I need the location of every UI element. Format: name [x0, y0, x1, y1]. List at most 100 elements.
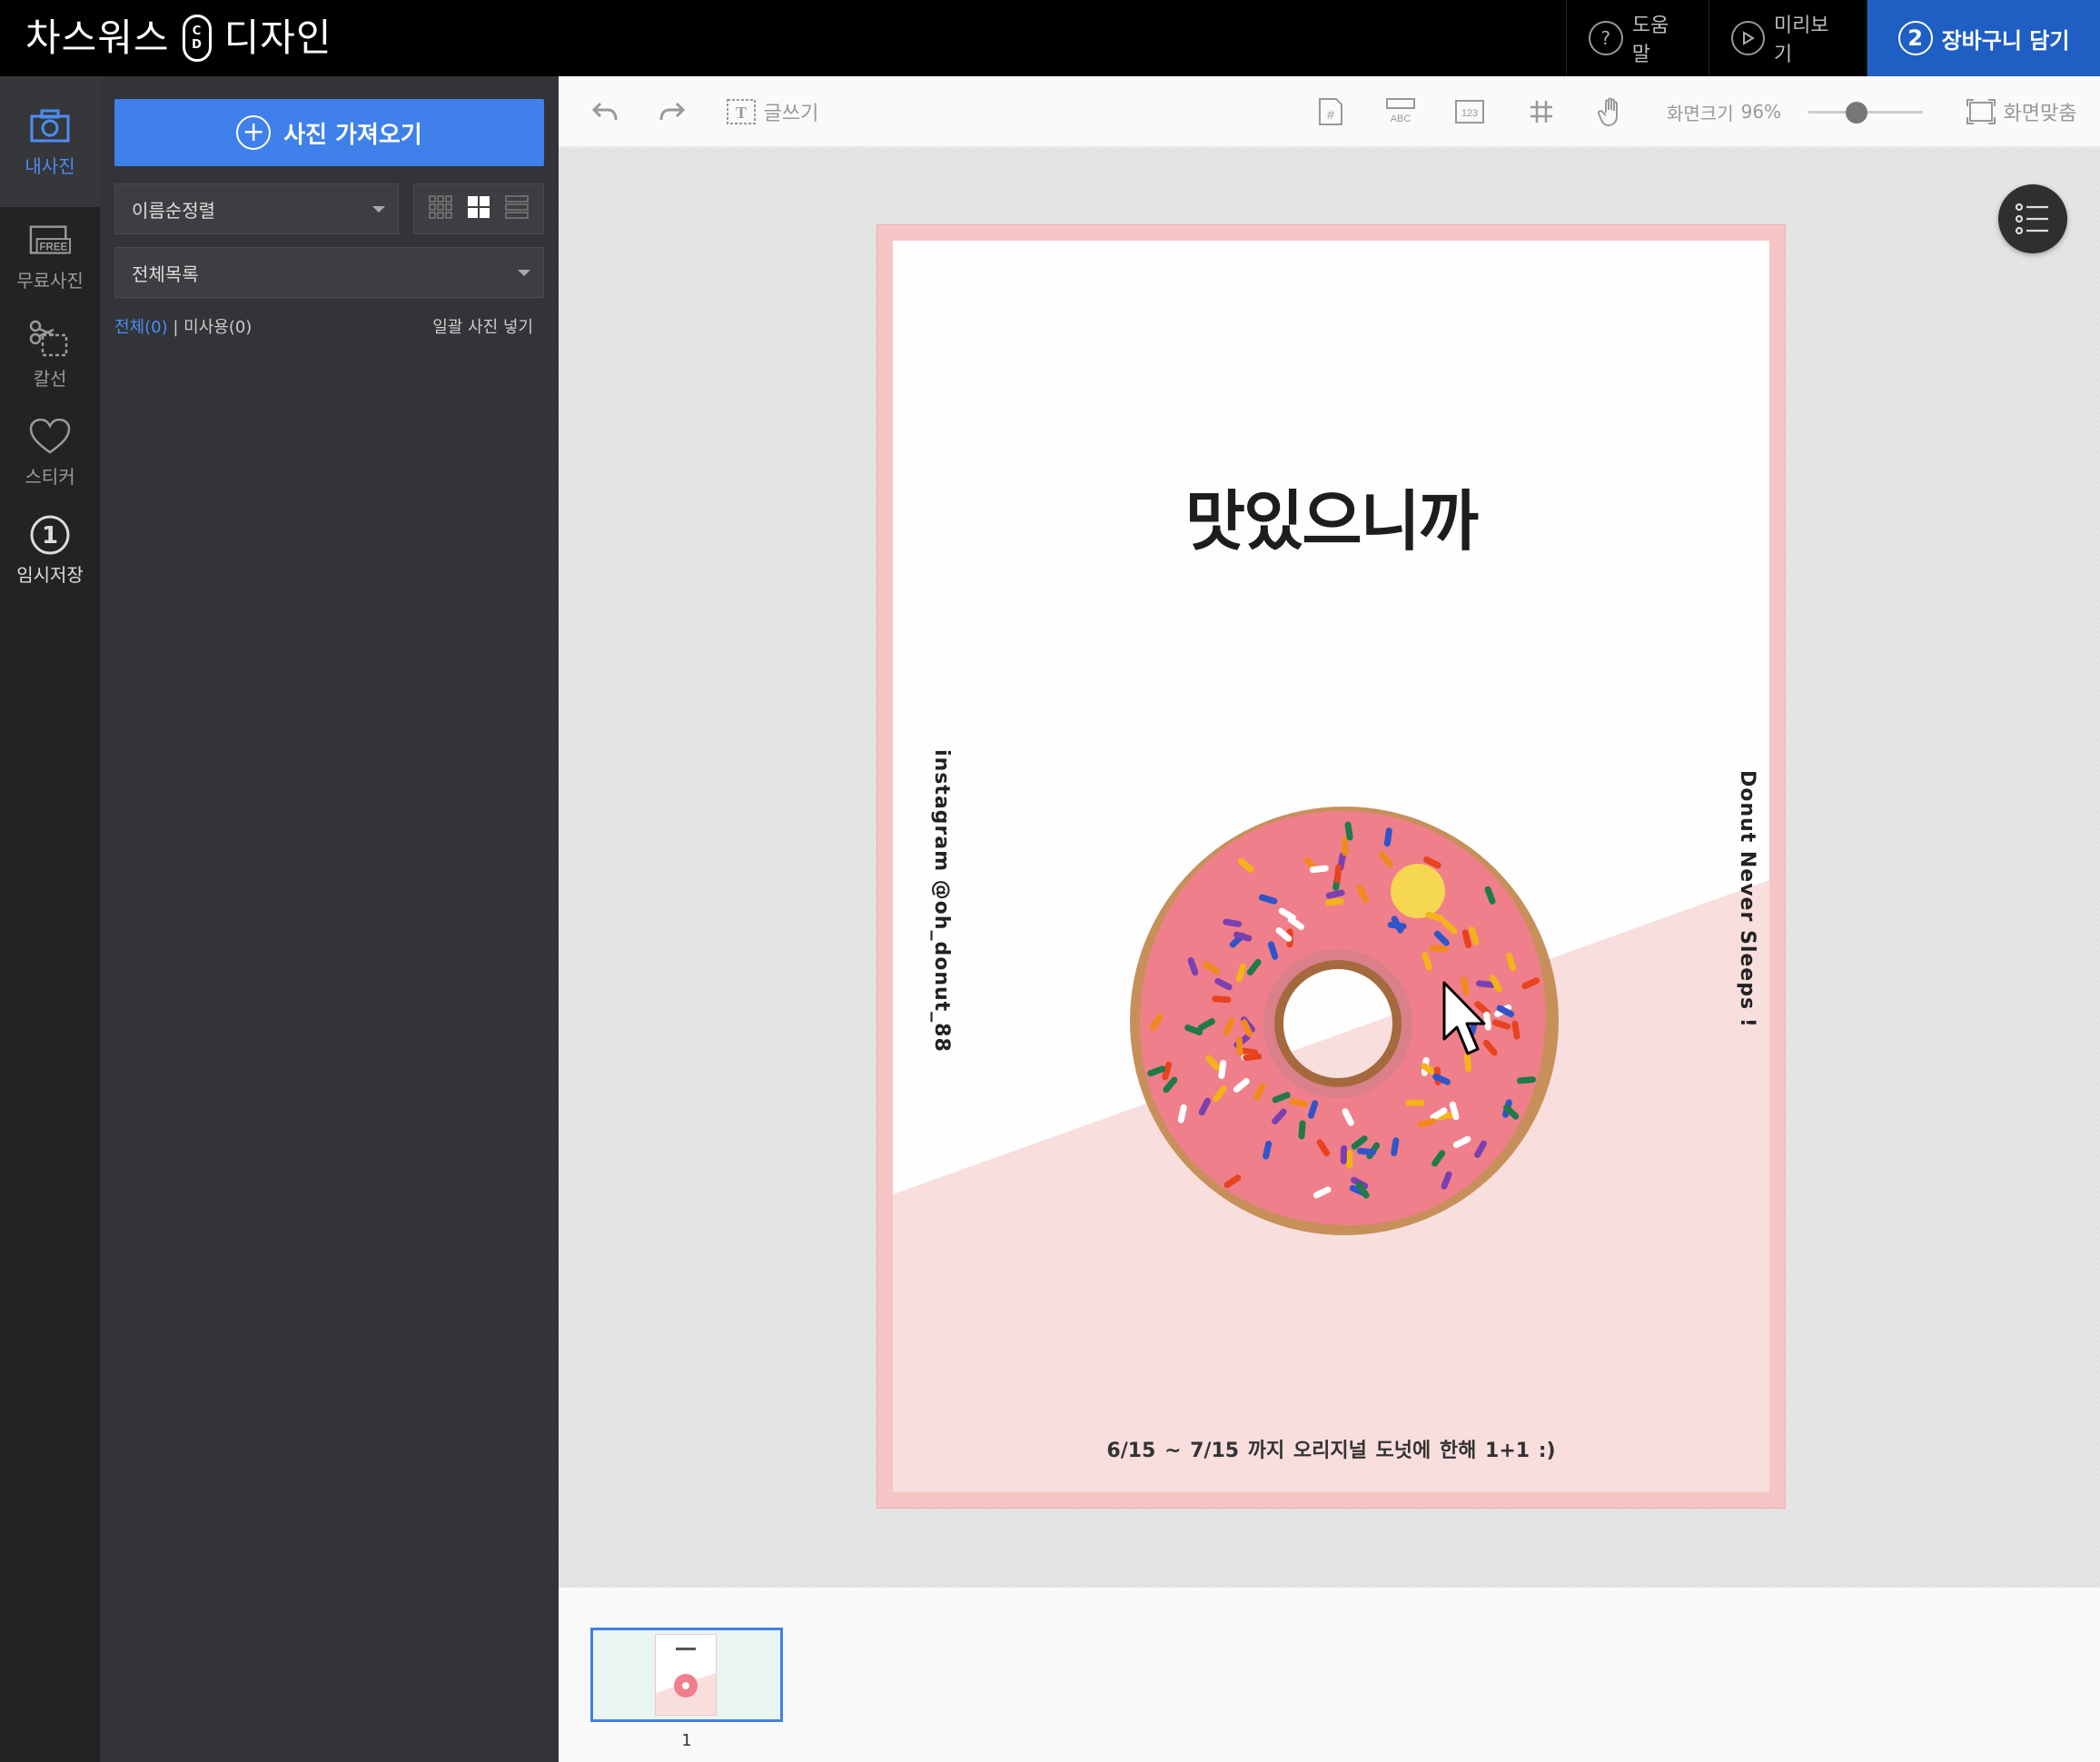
workspace: T 글쓰기 # ABC 123 화면크기 96% 화면맞춤 맛있으니까 inst…	[559, 76, 2100, 1762]
donut-sprinkle	[1263, 1140, 1273, 1160]
donut-sprinkle	[1391, 1137, 1400, 1157]
donut-sprinkle	[1177, 1104, 1187, 1124]
temp-save-icon: 1	[28, 515, 72, 555]
nav-temp-save[interactable]: 1 임시저장	[0, 501, 100, 599]
donut-image[interactable]	[1125, 802, 1563, 1240]
donut-sprinkle	[1239, 1047, 1259, 1056]
cd-logo-icon: C D	[182, 15, 212, 62]
donut-sprinkle	[1429, 945, 1449, 953]
design-canvas[interactable]: 맛있으니까 instagram @oh_donut_88 Donut Never…	[559, 148, 2100, 1587]
donut-sprinkle	[1298, 1120, 1306, 1140]
svg-text:#: #	[1327, 107, 1334, 122]
donut-sprinkle	[1506, 952, 1516, 972]
donut-sprinkle	[1162, 1061, 1173, 1081]
svg-text:ABC: ABC	[1391, 114, 1412, 124]
donut-sprinkle	[1147, 1065, 1166, 1077]
add-to-cart-button[interactable]: 2 장바구니 담기	[1867, 0, 2100, 76]
fit-screen-button[interactable]: 화면맞춤	[1957, 76, 2085, 147]
help-button[interactable]: ? 도움말	[1566, 0, 1709, 76]
nav-free-photos[interactable]: FREE 무료사진	[0, 207, 100, 305]
redo-button[interactable]	[648, 76, 697, 147]
chevron-down-icon	[372, 206, 385, 213]
preview-button[interactable]: 미리보기	[1709, 0, 1867, 76]
sort-select[interactable]: 이름순정렬	[114, 183, 399, 234]
fit-screen-icon	[1966, 99, 1996, 124]
donut-sprinkle	[1491, 1019, 1511, 1030]
view-mode-toggle	[413, 183, 544, 234]
hash-page-icon: #	[1319, 98, 1342, 125]
donut-sprinkle	[1223, 918, 1243, 927]
donut-sprinkle	[1268, 941, 1279, 960]
donut-sprinkle	[1243, 1053, 1263, 1061]
pan-button[interactable]	[1587, 76, 1636, 147]
thumbnail-preview	[655, 1634, 717, 1716]
instagram-handle-text[interactable]: instagram @oh_donut_88	[930, 749, 953, 1053]
donut-sprinkle	[1449, 1101, 1460, 1121]
nav-my-photos[interactable]: 내사진	[0, 76, 100, 207]
number-button[interactable]: 123	[1445, 76, 1494, 147]
nav-cutline[interactable]: 칼선	[0, 305, 100, 403]
donut-sprinkle	[1235, 963, 1246, 983]
donut-sprinkle	[1235, 1036, 1243, 1055]
undo-icon	[591, 102, 618, 121]
slogan-vertical-text[interactable]: Donut Never Sleeps !	[1736, 770, 1758, 1028]
grid-small-icon[interactable]	[429, 195, 452, 223]
donut-sprinkle	[1461, 929, 1472, 948]
page-filmstrip: 1	[559, 1587, 2100, 1762]
donut-sprinkle	[1307, 1100, 1319, 1119]
svg-text:T: T	[736, 104, 747, 122]
list-view-icon[interactable]	[505, 195, 529, 223]
donut-sprinkle	[1511, 1020, 1521, 1040]
donut-sprinkle	[1218, 1060, 1227, 1079]
donut-sprinkle	[1334, 864, 1342, 884]
grid-button[interactable]	[1517, 76, 1566, 147]
grid-icon	[1530, 101, 1552, 123]
editor-toolbar: T 글쓰기 # ABC 123 화면크기 96% 화면맞춤	[559, 76, 2100, 147]
photo-filter-row: 전체(0) | 미사용(0) 일괄 사진 넣기	[114, 314, 544, 338]
import-photos-button[interactable]: + 사진 가져오기	[114, 99, 544, 166]
donut-sprinkle	[1233, 931, 1253, 942]
text-style-button[interactable]: ABC	[1376, 76, 1425, 147]
poster-page[interactable]: 맛있으니까 instagram @oh_donut_88 Donut Never…	[877, 224, 1786, 1509]
donut-sprinkle	[1272, 1092, 1291, 1104]
donut-sprinkle	[1383, 827, 1392, 847]
donut-sprinkle	[1184, 1025, 1204, 1035]
donut-sprinkle	[1441, 1171, 1452, 1190]
svg-text:123: 123	[1461, 108, 1478, 119]
add-text-button[interactable]: T 글쓰기	[722, 76, 822, 147]
abc-icon: ABC	[1386, 98, 1415, 124]
scissors-icon	[28, 319, 72, 359]
text-box-icon: T	[726, 99, 756, 124]
filter-unused-link[interactable]: 미사용(0)	[183, 318, 252, 337]
donut-sprinkle	[1344, 821, 1353, 841]
donut-sprinkle	[1469, 926, 1480, 945]
donut-sprinkle	[1517, 1076, 1536, 1084]
zoom-slider-thumb[interactable]	[1845, 102, 1867, 124]
filter-separator: |	[167, 318, 184, 337]
filter-all-link[interactable]: 전체(0)	[114, 318, 168, 337]
step-two-icon: 2	[1897, 21, 1933, 55]
top-bar: 차스워스 C D 디자인 ? 도움말 미리보기 2 장바구니 담기	[0, 0, 2100, 76]
brand-name-left: 차스워스	[25, 15, 170, 60]
bulk-insert-link[interactable]: 일괄 사진 넣기	[432, 314, 533, 338]
page-thumbnail[interactable]	[590, 1628, 783, 1722]
photo-panel: + 사진 가져오기 이름순정렬 전체목록 전체(0) | 미사용(0) 일괄 사…	[100, 76, 559, 1762]
donut-sprinkle	[1187, 957, 1199, 976]
zoom-label: 화면크기 96%	[1667, 101, 1782, 124]
folder-select[interactable]: 전체목록	[114, 247, 544, 298]
nav-sticker[interactable]: 스티커	[0, 403, 100, 501]
brand-name-right: 디자인	[223, 15, 332, 60]
chevron-down-icon	[518, 270, 530, 276]
donut-sprinkle	[1425, 911, 1444, 922]
undo-button[interactable]	[580, 76, 629, 147]
page-number-button[interactable]: #	[1306, 76, 1355, 147]
donut-sprinkle	[1357, 1147, 1376, 1156]
grid-large-icon[interactable]	[467, 195, 490, 223]
poster-title[interactable]: 맛있으니까	[893, 468, 1769, 563]
donut-sprinkle	[1289, 1098, 1309, 1108]
list-bullets-icon	[2015, 203, 2048, 235]
donut-sprinkle	[1212, 995, 1232, 1004]
donut-sprinkle	[1325, 889, 1345, 899]
promotion-footer-text[interactable]: 6/15 ~ 7/15 까지 오리지널 도넛에 한해 1+1 :)	[893, 1434, 1769, 1463]
layers-menu-button[interactable]	[1998, 184, 2067, 253]
